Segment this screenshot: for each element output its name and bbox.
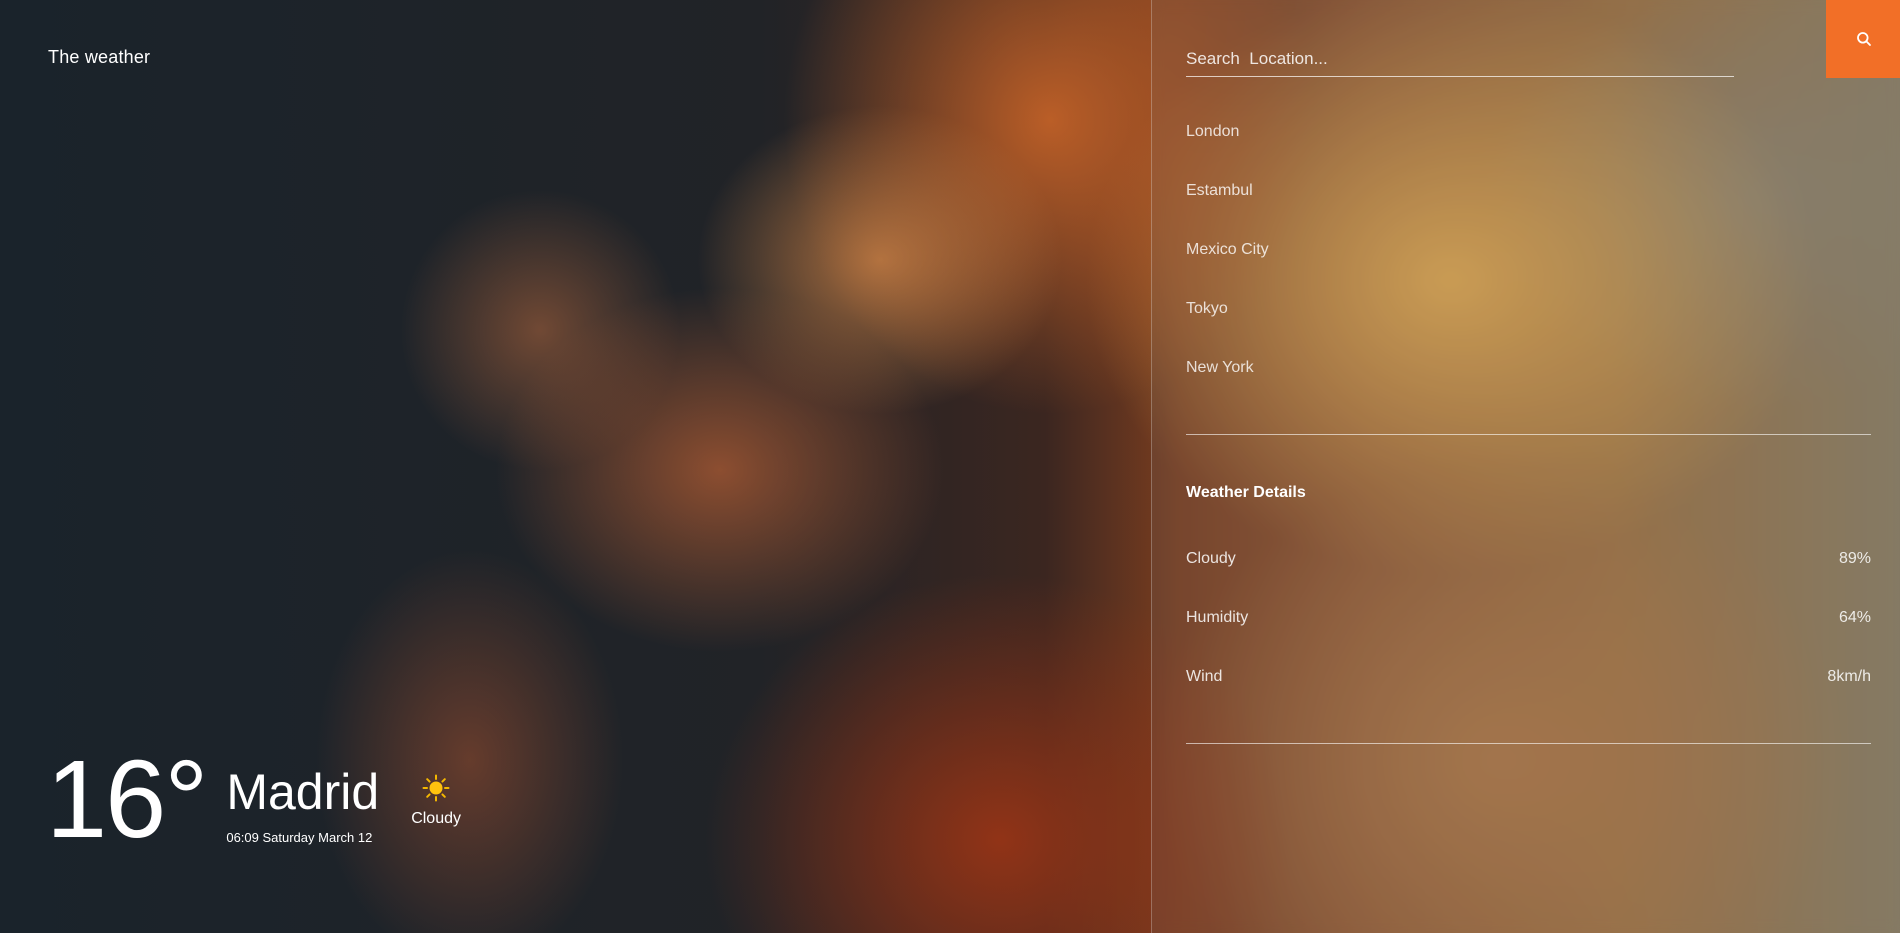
detail-row-cloudy: Cloudy 89%: [1186, 550, 1871, 609]
location-list: London Estambul Mexico City Tokyo New Yo…: [1186, 123, 1269, 418]
location-item[interactable]: Estambul: [1186, 182, 1269, 241]
location-item[interactable]: Mexico City: [1186, 241, 1269, 300]
detail-value: 64%: [1838, 609, 1871, 626]
city-name: Madrid: [226, 764, 380, 820]
divider: [1186, 434, 1871, 435]
location-item[interactable]: Tokyo: [1186, 300, 1269, 359]
date-time: 06:09 Saturday March 12: [226, 830, 373, 845]
detail-label: Humidity: [1186, 609, 1249, 626]
current-weather: 16° Madrid 06:09 Saturday March 12 Cloud…: [46, 738, 461, 861]
brand-logo: The weather: [48, 47, 151, 67]
temperature: 16°: [46, 738, 208, 861]
weather-details: Cloudy 89% Humidity 64% Wind 8km/h: [1186, 550, 1871, 727]
location-item[interactable]: New York: [1186, 359, 1269, 418]
detail-value: 8km/h: [1827, 668, 1871, 685]
search-button[interactable]: [1826, 0, 1900, 78]
detail-row-wind: Wind 8km/h: [1186, 668, 1871, 727]
detail-value: 89%: [1838, 550, 1871, 567]
side-panel: London Estambul Mexico City Tokyo New Yo…: [1151, 0, 1900, 933]
search-input[interactable]: [1186, 42, 1734, 77]
detail-row-humidity: Humidity 64%: [1186, 609, 1871, 668]
sun-icon: [422, 774, 450, 802]
condition-text: Cloudy: [411, 810, 461, 827]
location-item[interactable]: London: [1186, 123, 1269, 182]
details-title: Weather Details: [1186, 484, 1306, 501]
detail-label: Wind: [1186, 668, 1223, 685]
divider: [1186, 743, 1871, 744]
detail-label: Cloudy: [1186, 550, 1236, 567]
condition-block: Cloudy: [411, 774, 461, 828]
search-icon: [1856, 32, 1871, 46]
city-block: Madrid 06:09 Saturday March 12: [226, 764, 379, 845]
